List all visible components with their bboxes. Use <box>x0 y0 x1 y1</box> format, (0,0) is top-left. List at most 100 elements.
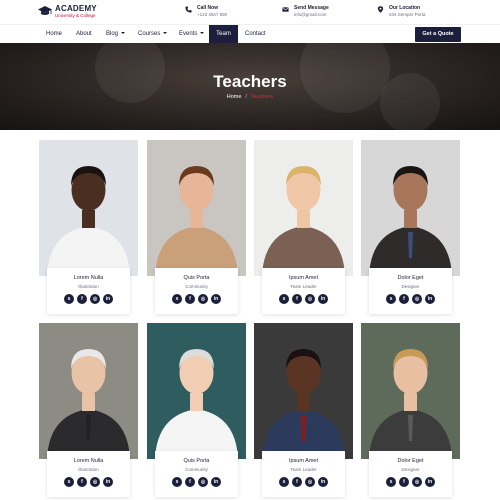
top-info-bar: ACADEMY University & College Call Now +1… <box>0 0 500 24</box>
facebook-icon[interactable]: f <box>77 294 87 304</box>
linkedin-icon[interactable]: in <box>318 294 328 304</box>
teacher-info: Lorem Nulla Illustration s f ◎ in <box>47 268 130 314</box>
brand-subtitle: University & College <box>55 13 96 18</box>
facebook-icon[interactable]: f <box>185 294 195 304</box>
teacher-name[interactable]: Lorem Nulla <box>47 458 130 464</box>
facebook-icon[interactable]: f <box>185 477 195 487</box>
nav-item-team[interactable]: Team <box>209 25 238 44</box>
social-links: s f ◎ in <box>262 294 345 304</box>
skype-icon[interactable]: s <box>64 294 74 304</box>
nav-item-contact[interactable]: Contact <box>245 25 266 44</box>
email-value[interactable]: info@gmail.com <box>294 12 329 18</box>
teacher-name[interactable]: Ipsum Amet <box>262 275 345 281</box>
linkedin-icon[interactable]: in <box>103 477 113 487</box>
teacher-portrait-image <box>254 323 353 459</box>
brand-title: ACADEMY <box>55 4 97 13</box>
teacher-name[interactable]: Ipsum Amet <box>262 458 345 464</box>
teacher-card[interactable]: Dolor Eget Designer s f ◎ in <box>361 323 460 497</box>
dribbble-icon[interactable]: ◎ <box>90 294 100 304</box>
teacher-photo <box>361 140 460 276</box>
dribbble-icon[interactable]: ◎ <box>198 294 208 304</box>
nav-item-home[interactable]: Home <box>46 25 62 44</box>
facebook-icon[interactable]: f <box>292 477 302 487</box>
get-quote-button[interactable]: Get a Quote <box>415 27 461 42</box>
chevron-down-icon <box>200 32 205 35</box>
call-info: Call Now +123 4567 890 <box>185 5 227 18</box>
call-value[interactable]: +123 4567 890 <box>197 12 227 18</box>
dribbble-icon[interactable]: ◎ <box>90 477 100 487</box>
dribbble-icon[interactable]: ◎ <box>198 477 208 487</box>
facebook-icon[interactable]: f <box>399 477 409 487</box>
brand-logo[interactable]: ACADEMY University & College <box>38 4 97 19</box>
social-links: s f ◎ in <box>47 294 130 304</box>
nav-label-about: About <box>76 31 92 37</box>
teacher-card[interactable]: Quis Porta Community s f ◎ in <box>147 140 246 314</box>
teacher-photo <box>39 323 138 459</box>
email-title: Send Message <box>294 5 329 11</box>
dribbble-icon[interactable]: ◎ <box>412 477 422 487</box>
skype-icon[interactable]: s <box>279 294 289 304</box>
teacher-name[interactable]: Quis Porta <box>155 275 238 281</box>
teacher-name[interactable]: Dolor Eget <box>369 275 452 281</box>
linkedin-icon[interactable]: in <box>211 477 221 487</box>
teacher-portrait-image <box>147 323 246 459</box>
teacher-role: Community <box>185 284 208 289</box>
linkedin-icon[interactable]: in <box>425 294 435 304</box>
teacher-role: Community <box>185 467 208 472</box>
teacher-portrait-image <box>147 140 246 276</box>
breadcrumb-home-link[interactable]: Home <box>227 94 242 100</box>
nav-label-blog: Blog <box>106 31 119 37</box>
teacher-photo <box>39 140 138 276</box>
skype-icon[interactable]: s <box>386 477 396 487</box>
linkedin-icon[interactable]: in <box>425 477 435 487</box>
breadcrumb-separator: / <box>245 94 247 100</box>
chevron-down-icon <box>163 32 168 35</box>
envelope-icon <box>282 7 289 12</box>
facebook-icon[interactable]: f <box>399 294 409 304</box>
dribbble-icon[interactable]: ◎ <box>412 294 422 304</box>
teacher-role: Illustration <box>78 284 99 289</box>
linkedin-icon[interactable]: in <box>211 294 221 304</box>
teacher-name[interactable]: Dolor Eget <box>369 458 452 464</box>
teacher-card[interactable]: Ipsum Amet Team Leader s f ◎ in <box>254 140 353 314</box>
teacher-card[interactable]: Lorem Nulla Illustration s f ◎ in <box>39 323 138 497</box>
map-pin-icon <box>377 6 384 13</box>
teacher-info: Quis Porta Community s f ◎ in <box>155 268 238 314</box>
nav-label-courses: Courses <box>138 31 161 37</box>
teacher-card[interactable]: Lorem Nulla Illustration s f ◎ in <box>39 140 138 314</box>
teacher-photo <box>147 140 246 276</box>
teacher-name[interactable]: Lorem Nulla <box>47 275 130 281</box>
email-info: Send Message info@gmail.com <box>282 5 329 18</box>
skype-icon[interactable]: s <box>386 294 396 304</box>
teacher-info: Quis Porta Community s f ◎ in <box>155 451 238 497</box>
teacher-card[interactable]: Dolor Eget Designer s f ◎ in <box>361 140 460 314</box>
graduation-cap-icon <box>38 6 52 15</box>
skype-icon[interactable]: s <box>172 477 182 487</box>
skype-icon[interactable]: s <box>279 477 289 487</box>
teacher-photo <box>254 140 353 276</box>
nav-item-about[interactable]: About <box>76 25 92 44</box>
skype-icon[interactable]: s <box>172 294 182 304</box>
facebook-icon[interactable]: f <box>77 477 87 487</box>
phone-icon <box>185 6 192 13</box>
facebook-icon[interactable]: f <box>292 294 302 304</box>
teacher-role: Team Leader <box>290 284 317 289</box>
social-links: s f ◎ in <box>155 477 238 487</box>
page-hero: Teachers Home / Teachers <box>0 43 500 130</box>
linkedin-icon[interactable]: in <box>103 294 113 304</box>
dribbble-icon[interactable]: ◎ <box>305 477 315 487</box>
teacher-card[interactable]: Ipsum Amet Team Leader s f ◎ in <box>254 323 353 497</box>
dribbble-icon[interactable]: ◎ <box>305 294 315 304</box>
nav-item-events[interactable]: Events <box>179 25 205 44</box>
teacher-info: Ipsum Amet Team Leader s f ◎ in <box>262 268 345 314</box>
call-title: Call Now <box>197 5 219 11</box>
linkedin-icon[interactable]: in <box>318 477 328 487</box>
teacher-name[interactable]: Quis Porta <box>155 458 238 464</box>
nav-item-blog[interactable]: Blog <box>106 25 126 44</box>
teacher-card[interactable]: Quis Porta Community s f ◎ in <box>147 323 246 497</box>
teacher-info: Ipsum Amet Team Leader s f ◎ in <box>262 451 345 497</box>
teacher-portrait-image <box>254 140 353 276</box>
teacher-role: Designer <box>401 284 420 289</box>
skype-icon[interactable]: s <box>64 477 74 487</box>
nav-item-courses[interactable]: Courses <box>138 25 168 44</box>
